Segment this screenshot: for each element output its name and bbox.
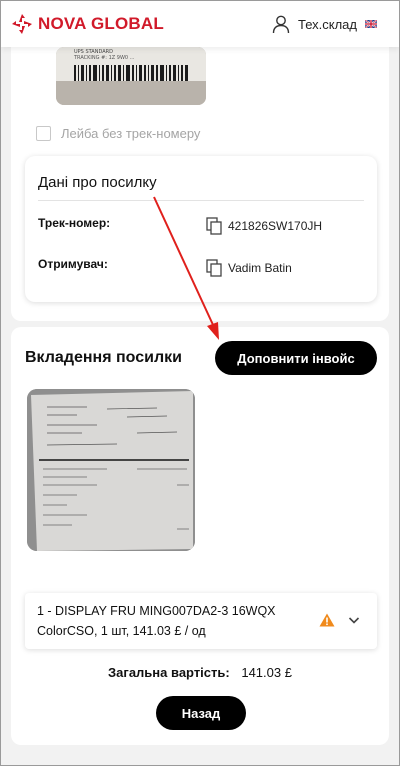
chevron-down-icon[interactable]: [347, 613, 361, 627]
shipping-label-photo[interactable]: UPS STANDARD TRACKING #: 1Z 9W0 ...: [56, 47, 206, 105]
copy-icon[interactable]: [206, 259, 222, 277]
account-label: Тех.склад: [297, 16, 357, 32]
svg-text:TRACKING #: 1Z 9W0 ...: TRACKING #: 1Z 9W0 ...: [73, 55, 135, 61]
attachments-card: Вкладення посилки Доповнити інвойс 1 - D…: [11, 327, 389, 745]
app-frame: NOVA GLOBAL Тех.склад UPS STANDARD TRACK…: [0, 0, 400, 766]
invoice-image: [27, 389, 195, 551]
copy-icon[interactable]: [206, 217, 222, 235]
total-cost: Загальна вартість: 141.03 £: [11, 665, 389, 680]
top-bar: NOVA GLOBAL Тех.склад: [1, 1, 399, 47]
item-details: ColorCSO, 1 шт, 141.03 £ / од: [37, 624, 206, 638]
no-tracking-label-checkbox-row[interactable]: Лейба без трек-номеру: [36, 126, 200, 141]
brand-name: NOVA GLOBAL: [38, 14, 164, 33]
tracking-number-value[interactable]: 421826SW170JH: [206, 217, 322, 235]
back-button[interactable]: Назад: [156, 696, 246, 730]
attachments-title: Вкладення посилки: [25, 349, 182, 366]
recipient-text: Vadim Batin: [228, 261, 292, 275]
tracking-number-key: Трек-номер:: [38, 216, 111, 230]
tracking-number-text: 421826SW170JH: [228, 219, 323, 233]
parcel-info-title: Дані про посилку: [38, 174, 157, 191]
uk-flag-icon[interactable]: [365, 20, 377, 28]
invoice-photo[interactable]: [27, 389, 195, 551]
total-cost-value: 141.03 £: [241, 665, 292, 680]
no-tracking-checkbox-label: Лейба без трек-номеру: [61, 126, 201, 141]
brand-logo[interactable]: NOVA GLOBAL: [11, 13, 164, 35]
barcode-label-image: UPS STANDARD TRACKING #: 1Z 9W0 ...: [56, 47, 206, 105]
divider: [38, 200, 364, 201]
nova-global-logo-icon: [12, 14, 32, 34]
user-icon: [272, 15, 290, 34]
account-menu[interactable]: Тех.склад: [271, 14, 377, 34]
total-cost-label: Загальна вартість:: [108, 665, 230, 680]
recipient-key: Отримувач:: [38, 257, 108, 271]
recipient-value[interactable]: Vadim Batin: [206, 259, 292, 277]
invoice-item-row[interactable]: 1 - DISPLAY FRU MING007DA2-3 16WQX Color…: [25, 593, 377, 649]
item-title: 1 - DISPLAY FRU MING007DA2-3 16WQX: [37, 604, 276, 618]
parcel-info-card: Дані про посилку Трек-номер: 421826SW170…: [25, 156, 377, 302]
complete-invoice-button[interactable]: Доповнити інвойс: [215, 341, 377, 375]
no-tracking-checkbox[interactable]: [36, 126, 51, 141]
warning-icon[interactable]: [319, 613, 335, 627]
